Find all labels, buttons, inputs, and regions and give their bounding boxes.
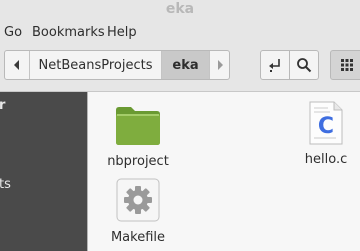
path-bar: NetBeansProjects eka [4, 50, 230, 80]
file-name: nbproject [107, 154, 169, 169]
file-name: Makefile [110, 230, 166, 245]
search-icon [297, 58, 312, 73]
file-item-hello-c[interactable]: C hello.c [276, 100, 360, 167]
folder-icon [116, 107, 160, 145]
sidebar-heading: r [0, 98, 5, 113]
chevron-left-icon [14, 60, 19, 70]
window-title: eka [165, 1, 195, 17]
file-item-makefile[interactable]: Makefile [88, 178, 188, 245]
makefile-gear-icon [116, 178, 160, 222]
file-item-nbproject[interactable]: nbproject [88, 104, 188, 169]
path-segment-current[interactable]: eka [162, 51, 210, 79]
path-segment-netbeansprojects[interactable]: NetBeansProjects [30, 51, 162, 79]
menu-help[interactable]: Help [107, 25, 137, 40]
grid-view-icon [341, 59, 353, 71]
open-location-icon [269, 59, 280, 72]
c-source-file-icon: C [309, 101, 343, 145]
search-button[interactable] [289, 50, 319, 80]
file-view: nbproject C hello.c Makefile [88, 92, 360, 251]
sidebar: r ts [0, 92, 88, 251]
sidebar-item[interactable]: ts [0, 177, 11, 192]
title-bar: eka [0, 0, 360, 22]
menu-bookmarks[interactable]: Bookmarks [32, 25, 105, 40]
c-glyph: C [318, 114, 334, 139]
path-forward-button[interactable] [210, 51, 229, 79]
menu-bar: Go Bookmarks Help [0, 22, 360, 44]
open-location-button[interactable] [260, 50, 290, 80]
grid-view-button[interactable] [330, 50, 360, 80]
path-back-button[interactable] [5, 51, 30, 79]
chevron-right-icon [217, 60, 223, 70]
menu-go[interactable]: Go [4, 25, 22, 40]
file-name: hello.c [304, 152, 348, 167]
toolbar: NetBeansProjects eka [0, 44, 360, 92]
